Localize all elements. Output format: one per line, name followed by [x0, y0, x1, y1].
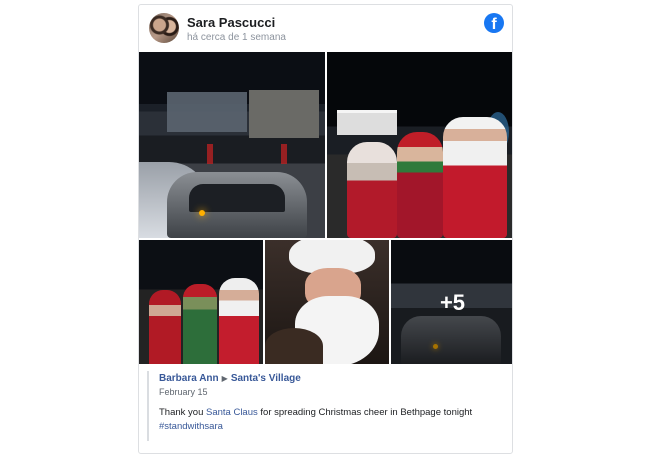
- post-timestamp[interactable]: há cerca de 1 semana: [187, 32, 286, 43]
- post-header: Sara Pascucci há cerca de 1 semana f: [139, 5, 512, 51]
- post-author[interactable]: Sara Pascucci: [187, 15, 275, 30]
- photo-2[interactable]: [327, 52, 512, 238]
- facebook-icon[interactable]: f: [484, 13, 504, 33]
- shared-author-link[interactable]: Barbara Ann: [159, 373, 219, 384]
- more-photos-count[interactable]: +5: [391, 290, 512, 316]
- shared-post: Barbara Ann ▶ Santa's Village February 15 …: [147, 371, 504, 441]
- mention-link[interactable]: Santa Claus: [206, 407, 258, 418]
- avatar[interactable]: [149, 13, 179, 43]
- post-card: Sara Pascucci há cerca de 1 semana f +5: [138, 4, 513, 454]
- shared-page-link[interactable]: Santa's Village: [231, 373, 301, 384]
- shared-message: Thank you Santa Claus for spreading Chri…: [159, 407, 473, 432]
- photo-1[interactable]: [139, 52, 325, 238]
- hashtag-link[interactable]: #standwithsara: [159, 421, 223, 432]
- photo-4[interactable]: [265, 240, 389, 364]
- photo-5-more[interactable]: +5: [391, 240, 512, 364]
- photo-3[interactable]: [139, 240, 263, 364]
- caret-right-icon: ▶: [221, 374, 228, 383]
- shared-date[interactable]: February 15: [159, 387, 504, 397]
